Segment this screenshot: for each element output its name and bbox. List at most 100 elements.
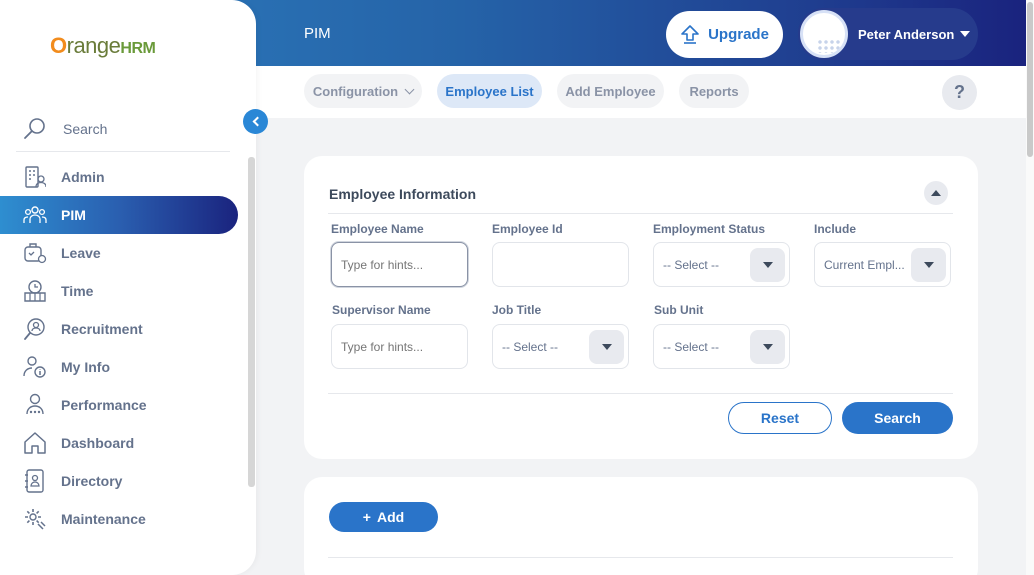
divider [328,557,953,558]
sidebar-item-label: Performance [61,397,147,413]
divider [328,393,953,394]
add-label: Add [376,509,405,525]
maintenance-icon [23,507,47,531]
dropdown-button[interactable] [589,330,624,364]
employee-id-label: Employee Id [492,222,563,236]
include-label: Include [814,222,857,236]
sidebar-item-label: Time [61,283,94,299]
dropdown-button[interactable] [911,248,946,282]
tab-configuration[interactable]: Configuration [304,74,422,108]
employee-list-card: + Add [304,477,978,575]
caret-down-icon [923,262,934,268]
module-title: PIM [304,25,331,42]
employee-name-input[interactable] [331,242,468,287]
user-dropdown[interactable]: Peter Anderson [798,8,978,60]
sidebar-item-label: Directory [61,473,123,489]
employment-status-label: Employment Status [653,222,766,236]
sidebar-item-maintenance[interactable]: Maintenance [0,500,238,538]
sidebar-item-label: My Info [61,359,110,375]
upgrade-arrow-icon [681,24,699,44]
module-subnav: Configuration Employee List Add Employee… [256,66,1026,118]
search-icon [24,117,45,139]
time-icon [23,279,47,303]
caret-down-icon [960,31,971,37]
job-title-label: Job Title [492,303,542,317]
page-scrollbar-thumb[interactable] [1027,2,1033,157]
employee-filter-card: Employee Information Employee Name Emplo… [304,156,978,459]
sidebar-item-pim[interactable]: PIM [0,196,238,234]
supervisor-name-label: Supervisor Name [332,303,431,317]
recruitment-icon [23,317,47,341]
sidebar-collapse-button[interactable] [243,109,268,134]
caret-up-icon [931,190,941,196]
tab-employee-list-label: Employee List [445,83,534,99]
employment-status-value: -- Select -- [663,257,720,272]
chevron-down-icon [404,84,415,94]
tab-add-employee-label: Add Employee [565,83,656,99]
sidebar-item-time[interactable]: Time [0,272,238,310]
add-employee-button[interactable]: + Add [329,502,438,532]
directory-icon [23,469,47,493]
job-title-select[interactable]: -- Select -- [492,324,629,369]
sidebar-item-label: PIM [61,207,86,223]
dropdown-button[interactable] [750,248,785,282]
tab-add-employee[interactable]: Add Employee [557,74,664,108]
sidebar-item-performance[interactable]: Performance [0,386,238,424]
employee-name-label: Employee Name [331,222,424,236]
my-info-icon [23,355,47,379]
sidebar-item-dashboard[interactable]: Dashboard [0,424,238,462]
tab-employee-list[interactable]: Employee List [437,74,542,108]
leave-icon [23,241,47,265]
include-select[interactable]: Current Empl... [814,242,951,287]
logo-suffix: HRM [120,40,156,57]
page-scrollbar[interactable] [1026,0,1034,575]
divider [328,213,953,214]
sub-unit-value: -- Select -- [663,339,720,354]
logo-mark: O [50,33,67,58]
sidebar-item-admin[interactable]: Admin [0,158,238,196]
dropdown-button[interactable] [750,330,785,364]
sidebar-item-recruitment[interactable]: Recruitment [0,310,238,348]
admin-icon [23,165,47,189]
sidebar-item-my-info[interactable]: My Info [0,348,238,386]
help-button[interactable]: ? [942,75,977,110]
filter-title: Employee Information [329,186,477,202]
upgrade-label: Upgrade [708,26,769,43]
sidebar-search-label: Search [63,120,108,137]
sidebar-item-leave[interactable]: Leave [0,234,238,272]
reset-button[interactable]: Reset [728,402,832,434]
employee-id-input[interactable] [492,242,629,287]
sidebar-item-directory[interactable]: Directory [0,462,238,500]
search-button[interactable]: Search [842,402,953,434]
sidebar: OrangeHRM Search Admin PIM Leave Time Re… [0,0,256,575]
plus-icon: + [362,509,371,525]
employment-status-select[interactable]: -- Select -- [653,242,790,287]
caret-down-icon [762,262,773,268]
performance-icon [23,393,47,417]
user-name: Peter Anderson [858,26,955,42]
sidebar-item-label: Dashboard [61,435,135,451]
logo-text: range [66,33,121,58]
sub-unit-select[interactable]: -- Select -- [653,324,790,369]
sidebar-item-label: Maintenance [61,511,146,527]
caret-down-icon [762,344,773,350]
job-title-value: -- Select -- [502,339,559,354]
sidebar-item-label: Admin [61,169,105,185]
caret-down-icon [601,344,612,350]
sub-unit-label: Sub Unit [654,303,704,317]
tab-configuration-label: Configuration [312,83,399,99]
orangehrm-logo: OrangeHRM [50,33,156,59]
include-value: Current Empl... [824,257,905,272]
sidebar-search[interactable]: Search [16,106,230,152]
sidebar-item-label: Recruitment [61,321,143,337]
sidebar-scrollbar[interactable] [248,157,255,487]
dashboard-icon [23,431,47,455]
supervisor-name-input[interactable] [331,324,468,369]
filter-collapse-toggle[interactable] [924,181,948,205]
tab-reports[interactable]: Reports [679,74,749,108]
upgrade-button[interactable]: Upgrade [666,11,783,58]
sidebar-item-label: Leave [61,245,101,261]
avatar [800,10,848,58]
tab-reports-label: Reports [689,83,739,99]
pim-icon [23,203,47,227]
